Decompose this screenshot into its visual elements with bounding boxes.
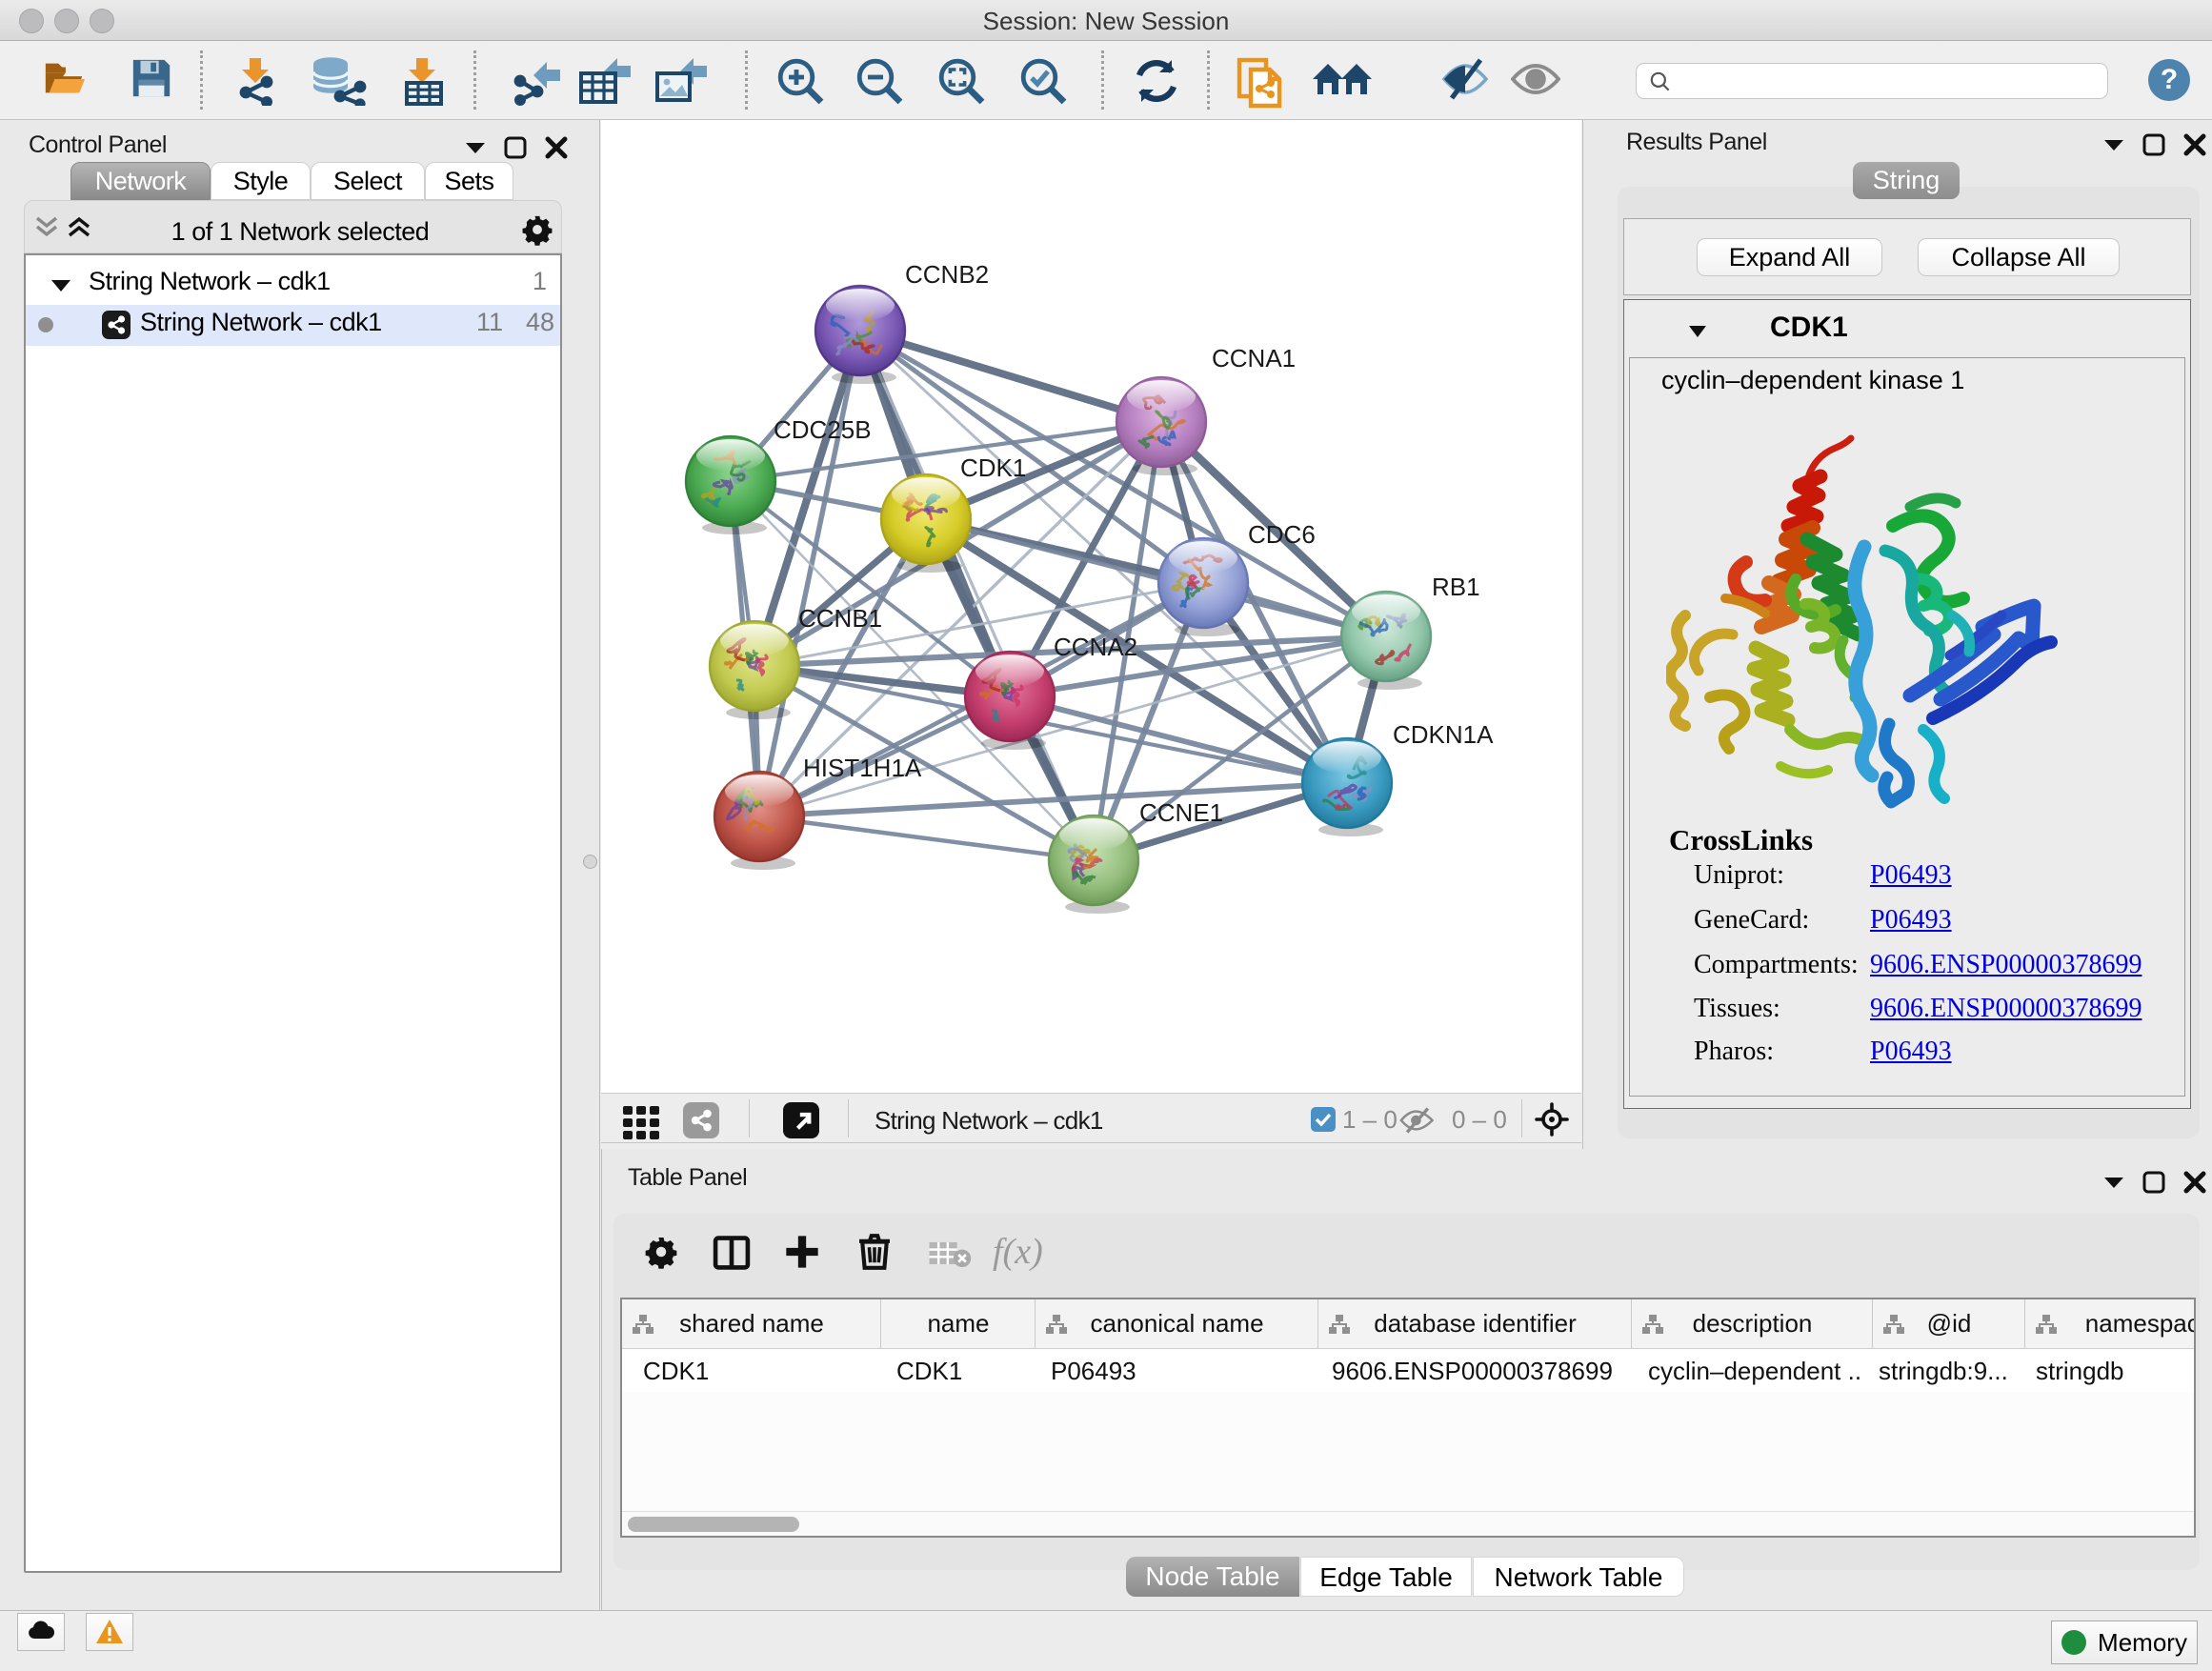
- svg-text:CDK1: CDK1: [960, 453, 1026, 482]
- svg-text:RB1: RB1: [1432, 573, 1480, 601]
- svg-text:CCNB2: CCNB2: [905, 260, 989, 289]
- svg-text:CCNA2: CCNA2: [1054, 633, 1137, 661]
- svg-text:CCNA1: CCNA1: [1212, 344, 1296, 372]
- svg-text:CCNB1: CCNB1: [798, 604, 882, 633]
- svg-text:CDC6: CDC6: [1248, 520, 1316, 549]
- svg-text:HIST1H1A: HIST1H1A: [803, 754, 922, 782]
- svg-text:CDKN1A: CDKN1A: [1393, 720, 1494, 749]
- svg-text:CDC25B: CDC25B: [774, 415, 872, 444]
- svg-text:CCNE1: CCNE1: [1139, 798, 1223, 827]
